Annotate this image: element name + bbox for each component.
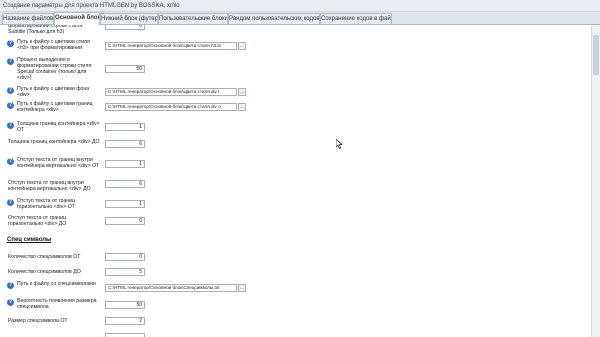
tab-random-user-codes[interactable]: Рандом пользовательских кодов: [228, 13, 320, 24]
setting-label: Размер спецсимвола ОТ: [8, 318, 68, 324]
help-icon[interactable]: ?: [7, 122, 14, 129]
div-bg-colors-path-field[interactable]: C:\HTML генератор\Основной блок\Цвета ст…: [105, 88, 237, 96]
special-count-from-field[interactable]: 0: [105, 253, 145, 261]
help-icon[interactable]: ?: [7, 299, 14, 306]
setting-label: Путь к файлу со спецсимволами: [17, 281, 96, 287]
tab-bar: Название файлов Основной блок Нижний бло…: [0, 12, 600, 25]
setting-label: Отступ текста от границ внутри контейнер…: [8, 180, 91, 192]
horizontal-padding-to-field[interactable]: 6: [105, 217, 145, 225]
setting-label: Количество спецсимволов ДО: [8, 269, 81, 275]
border-width-from-field[interactable]: 1: [105, 123, 145, 131]
next-field[interactable]: [105, 333, 145, 337]
window-title: Создание параметры для проекта HTMLGEN b…: [0, 0, 600, 12]
setting-label: Толщина границ контейнера <div> ДО: [8, 139, 100, 145]
setting-label: Отступ текста от границ горизонтально <d…: [8, 215, 67, 227]
special-count-to-field[interactable]: 5: [105, 268, 145, 276]
vertical-scrollbar[interactable]: [591, 25, 600, 337]
vertical-padding-to-field[interactable]: 6: [105, 180, 145, 188]
help-icon[interactable]: ?: [7, 102, 14, 109]
setting-label: Отступ текста от границ внутри контейнер…: [17, 157, 100, 169]
subtitle-percent-field[interactable]: 0: [105, 25, 145, 30]
setting-label: Отступ текста от границ горизонтально <d…: [17, 198, 75, 210]
help-icon[interactable]: ?: [7, 158, 14, 165]
border-width-to-field[interactable]: 6: [105, 140, 145, 148]
help-icon[interactable]: ?: [7, 199, 14, 206]
special-container-percent-field[interactable]: 50: [105, 65, 145, 73]
scrollbar-thumb[interactable]: [593, 35, 599, 75]
tab-file-names[interactable]: Название файлов: [2, 13, 54, 24]
help-icon[interactable]: ?: [7, 87, 14, 94]
settings-panel: форматировании строки стиля: Subtitle (Т…: [0, 25, 591, 337]
h3-colors-path-field[interactable]: C:\HTML генератор\Основной блок\Цвета ст…: [105, 42, 237, 50]
setting-label: Путь к файлу с цветами границ контейнера…: [17, 101, 93, 113]
tab-main-block[interactable]: Основной блок: [54, 12, 100, 25]
mouse-pointer-icon: [336, 139, 343, 149]
browse-button[interactable]: ...: [238, 103, 246, 111]
setting-label: Количество спецсимволов ОТ: [8, 254, 81, 260]
setting-label: Процент выпадения в форматировании строк…: [17, 57, 93, 81]
special-size-from-field[interactable]: 2: [105, 317, 145, 325]
setting-label: форматировании строки стиля: Subtitle (Т…: [8, 25, 84, 35]
help-icon[interactable]: ?: [7, 58, 14, 65]
special-size-probability-field[interactable]: 50: [105, 301, 145, 309]
tab-save-codes[interactable]: Сохранение кодов в файл: [320, 13, 392, 24]
tab-user-blocks[interactable]: Пользовательские блоки: [158, 13, 228, 24]
div-border-colors-path-field[interactable]: C:\HTML генератор\Основной блок\Цвета ст…: [105, 103, 237, 111]
tab-footer-block[interactable]: Нижний блок (футер): [100, 13, 158, 24]
setting-label: Вероятность появления размера спецсимвол…: [17, 298, 97, 310]
browse-button[interactable]: ...: [238, 42, 246, 50]
help-icon[interactable]: ?: [7, 282, 14, 289]
help-icon[interactable]: ?: [7, 40, 14, 47]
horizontal-padding-from-field[interactable]: 1: [105, 200, 145, 208]
browse-button[interactable]: ...: [238, 88, 246, 96]
vertical-padding-from-field[interactable]: 1: [105, 160, 145, 168]
special-chars-path-field[interactable]: C:\HTML генератор\Основной блок\Спецсимв…: [105, 284, 237, 292]
browse-button[interactable]: ...: [238, 284, 246, 292]
setting-label: Путь к файлу с цветами фона <div>: [17, 86, 90, 98]
setting-label: Путь к файлу с цветами стиля <h3> при фо…: [17, 39, 90, 51]
setting-label: Толщина границ контейнера <div> ОТ: [17, 121, 100, 133]
section-title-special-chars: Спец символы: [7, 237, 52, 243]
